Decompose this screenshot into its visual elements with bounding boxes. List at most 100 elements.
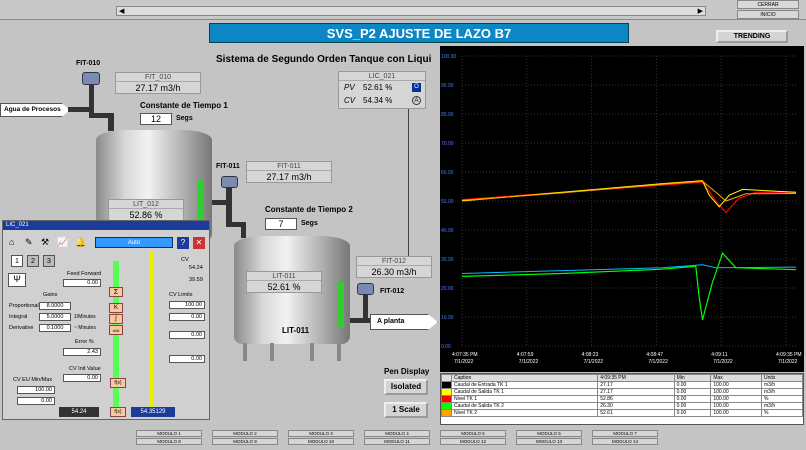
fit010-display[interactable]: FIT_010 27.17 m3/h: [115, 72, 201, 94]
pen-row[interactable]: Caudal de Salida TK 2 26.30 0.00 100.00 m3/h: [441, 402, 803, 410]
module-button[interactable]: MODULO 11: [364, 438, 430, 445]
close-icon[interactable]: ✕: [193, 237, 205, 249]
series-nivel-tk2-line: [461, 180, 797, 202]
cv-init-label: CV Init Value: [69, 366, 101, 372]
mode-a-indicator[interactable]: A: [412, 96, 421, 105]
proportional-field[interactable]: 8.0000: [39, 302, 71, 310]
feed-forward-field[interactable]: 0.00: [63, 279, 101, 287]
y-tick-label: 70.00: [441, 141, 454, 147]
lic021-faceplate-window[interactable]: LIC_021 ⌂ ✎ ⚒ 📈 🔔 Auto ? ✕ 1 2 3 Ψ Feed …: [2, 220, 210, 420]
tools-icon[interactable]: ⚒: [41, 237, 49, 248]
wrench-icon[interactable]: ✎: [25, 237, 33, 248]
pen-color-swatch: [441, 395, 452, 403]
mode-o-indicator[interactable]: O: [412, 83, 421, 92]
module-button[interactable]: MODULO 1: [136, 430, 202, 437]
inlet-pipe-horiz: [89, 113, 114, 118]
outlet-pipe-v: [363, 295, 368, 320]
tab-3[interactable]: 3: [43, 255, 55, 267]
lic021-display[interactable]: LIC_021 PV 52.61 % O CV 54.34 % A: [338, 71, 426, 109]
help-icon[interactable]: ?: [177, 237, 189, 249]
sp-field[interactable]: 0.00: [169, 355, 205, 363]
tab-1[interactable]: 1: [11, 255, 23, 267]
trending-button[interactable]: TRENDING: [716, 30, 788, 43]
pen-cell-units: m3/h: [761, 388, 803, 396]
time-constant-1-input[interactable]: 12: [140, 113, 172, 125]
y-tick-label: 90.00: [441, 83, 454, 89]
module-button[interactable]: MODULO 6: [516, 430, 582, 437]
tuning-icon[interactable]: Ψ: [8, 273, 26, 287]
pen-cell-max: 100.00: [710, 381, 763, 389]
x-tick-time: 4:09:35 PM: [776, 352, 802, 358]
home-icon[interactable]: ⌂: [9, 237, 14, 247]
trend-plot: 100.00 90.00 80.00 70.00 60.00 50.00 40.00 30.0…: [441, 54, 802, 365]
tab-2[interactable]: 2: [27, 255, 39, 267]
cv-eu-max-field[interactable]: 100.00: [17, 386, 55, 394]
fit012-display[interactable]: FIT-012 26.30 m3/h: [356, 256, 432, 278]
pen-cell-max: 100.00: [710, 395, 763, 403]
derivative-field[interactable]: 0.1000: [39, 324, 71, 332]
module-button[interactable]: MODULO 7: [592, 430, 658, 437]
pv-value: 52.61 %: [363, 83, 393, 92]
module-button[interactable]: MODULO 2: [212, 430, 278, 437]
integral-field[interactable]: 5.0000: [39, 313, 71, 321]
y-tick-label: 100.00: [441, 54, 457, 60]
cv-rate-field[interactable]: 0.00: [169, 331, 205, 339]
pen-cell-units: m3/h: [761, 402, 803, 410]
flow-transmitter-icon[interactable]: [82, 72, 100, 85]
pen-cell-value: 26.30: [597, 402, 675, 410]
one-scale-button[interactable]: 1 Scale: [384, 402, 428, 418]
pen-row[interactable]: Nivel TK 2 52.61 0.00 100.00%: [441, 409, 803, 417]
close-button[interactable]: CERRAR: [737, 0, 799, 9]
module-button[interactable]: MODULO 8: [136, 438, 202, 445]
trend-chart[interactable]: 100.00 90.00 80.00 70.00 60.00 50.00 40.00 30.0…: [440, 46, 804, 372]
time-constant-2-input[interactable]: 7: [265, 218, 297, 230]
pen-row[interactable]: Caudal de Salida TK 1 27.17 0.00 100.00 m3/h: [441, 388, 803, 396]
module-button[interactable]: MODULO 12: [440, 438, 506, 445]
faceplate-titlebar[interactable]: LIC_021: [3, 221, 209, 230]
output-left: 54.24: [59, 407, 99, 417]
y-tick-label: 80.00: [441, 112, 454, 118]
flow-transmitter-icon[interactable]: [221, 176, 238, 188]
module-button[interactable]: MODULO 14: [592, 438, 658, 445]
scroll-left-icon[interactable]: ◀: [119, 7, 124, 15]
lit012-display[interactable]: LIT_012 52.86 %: [108, 199, 184, 221]
home-button[interactable]: INICIO: [737, 10, 799, 19]
error-label: Error %: [75, 339, 94, 345]
pipe-tank1-tank2: [226, 188, 232, 224]
x-tick-date: 7/1/2022: [519, 359, 539, 365]
time-constant-1-unit: Segs: [176, 115, 193, 122]
module-button[interactable]: MODULO 13: [516, 438, 582, 445]
scroll-right-icon[interactable]: ▶: [698, 7, 703, 15]
cv-eu-min-field[interactable]: 0.00: [17, 397, 55, 405]
module-button[interactable]: MODULO 3: [288, 430, 354, 437]
pen-legend-table[interactable]: Caption 4:09:35 PM Min Max Units Caudal …: [440, 373, 804, 425]
isolated-button[interactable]: Isolated: [384, 379, 428, 395]
pen-cell-min: 0.00: [673, 402, 712, 410]
cv-limit-lo-field[interactable]: 0.00: [169, 313, 205, 321]
flow-transmitter-icon[interactable]: [357, 283, 374, 295]
x-tick-time: 4:07:59: [517, 352, 534, 358]
time-constant-2-label: Constante de Tiempo 2: [265, 205, 353, 214]
pen-row[interactable]: Caudal de Entrada TK 1 27.17 0.00 100.00 m3/…: [441, 381, 803, 389]
col-value: 4:09:35 PM: [597, 374, 675, 382]
alarm-icon[interactable]: 🔔: [75, 237, 86, 248]
module-button[interactable]: MODULO 5: [440, 430, 506, 437]
cv-limit-hi-field[interactable]: 100.00: [169, 301, 205, 309]
fit011-display[interactable]: FIT-011 27.17 m3/h: [246, 161, 332, 183]
tank-2-level-bar: [338, 282, 344, 327]
module-button[interactable]: MODULO 9: [212, 438, 278, 445]
module-button[interactable]: MODULO 4: [364, 430, 430, 437]
cv-init-field[interactable]: 0.00: [63, 374, 101, 382]
x-tick-date: 7/1/2022: [648, 359, 668, 365]
proportional-label: Proportional: [9, 303, 39, 309]
lit011-display[interactable]: LIT-011 52.61 %: [246, 271, 322, 293]
nav-scroll-bar[interactable]: ◀ ▶: [116, 6, 706, 16]
time-constant-2-unit: Segs: [301, 220, 318, 227]
pen-row[interactable]: Nivel TK 1 52.86 0.00 100.00%: [441, 395, 803, 403]
mode-indicator[interactable]: Auto: [95, 237, 173, 248]
module-button[interactable]: MODULO 10: [288, 438, 354, 445]
y-tick-label: 0.00: [441, 344, 451, 350]
pipe-drop-down: [241, 222, 246, 238]
pid-d-block: d/dt: [109, 325, 123, 335]
trend-icon[interactable]: 📈: [57, 237, 68, 248]
